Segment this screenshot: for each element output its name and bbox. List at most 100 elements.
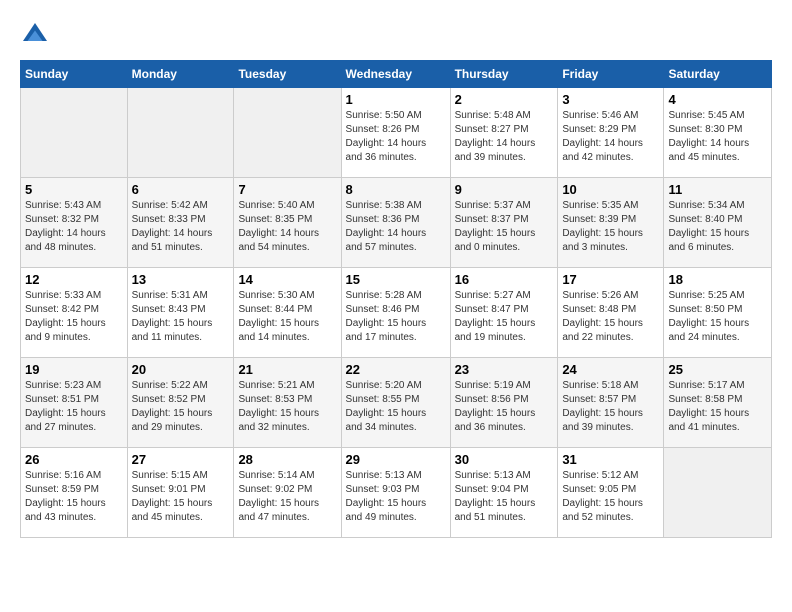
day-number: 15 <box>346 272 446 287</box>
calendar-cell: 17 Sunrise: 5:26 AM Sunset: 8:48 PM Dayli… <box>558 268 664 358</box>
day-number: 5 <box>25 182 123 197</box>
day-info: Sunrise: 5:27 AM Sunset: 8:47 PM Dayligh… <box>455 289 554 345</box>
day-number: 13 <box>132 272 230 287</box>
day-number: 23 <box>455 362 554 377</box>
day-number: 27 <box>132 452 230 467</box>
day-number: 31 <box>562 452 659 467</box>
day-info: Sunrise: 5:35 AM Sunset: 8:39 PM Dayligh… <box>562 199 659 255</box>
day-number: 6 <box>132 182 230 197</box>
calendar-table: Sunday Monday Tuesday Wednesday Thursday… <box>20 60 772 538</box>
calendar-cell: 10 Sunrise: 5:35 AM Sunset: 8:39 PM Dayli… <box>558 178 664 268</box>
day-number: 14 <box>238 272 336 287</box>
calendar-cell: 7 Sunrise: 5:40 AM Sunset: 8:35 PM Daylig… <box>234 178 341 268</box>
header-wednesday: Wednesday <box>341 61 450 88</box>
day-number: 25 <box>668 362 767 377</box>
day-info: Sunrise: 5:37 AM Sunset: 8:37 PM Dayligh… <box>455 199 554 255</box>
day-info: Sunrise: 5:17 AM Sunset: 8:58 PM Dayligh… <box>668 379 767 435</box>
day-number: 3 <box>562 92 659 107</box>
header-sunday: Sunday <box>21 61 128 88</box>
calendar-cell: 18Sunrise: 5:25 AM Sunset: 8:50 PM Dayli… <box>664 268 772 358</box>
day-info: Sunrise: 5:20 AM Sunset: 8:55 PM Dayligh… <box>346 379 446 435</box>
day-number: 22 <box>346 362 446 377</box>
day-number: 9 <box>455 182 554 197</box>
day-number: 7 <box>238 182 336 197</box>
calendar-cell: 11Sunrise: 5:34 AM Sunset: 8:40 PM Dayli… <box>664 178 772 268</box>
day-number: 29 <box>346 452 446 467</box>
day-info: Sunrise: 5:12 AM Sunset: 9:05 PM Dayligh… <box>562 469 659 525</box>
calendar-cell: 22 Sunrise: 5:20 AM Sunset: 8:55 PM Dayli… <box>341 358 450 448</box>
day-info: Sunrise: 5:31 AM Sunset: 8:43 PM Dayligh… <box>132 289 230 345</box>
day-info: Sunrise: 5:33 AM Sunset: 8:42 PM Dayligh… <box>25 289 123 345</box>
day-number: 28 <box>238 452 336 467</box>
day-info: Sunrise: 5:42 AM Sunset: 8:33 PM Dayligh… <box>132 199 230 255</box>
day-info: Sunrise: 5:43 AM Sunset: 8:32 PM Dayligh… <box>25 199 123 255</box>
calendar-header: Sunday Monday Tuesday Wednesday Thursday… <box>21 61 772 88</box>
calendar-cell: 8Sunrise: 5:38 AM Sunset: 8:36 PM Daylig… <box>341 178 450 268</box>
calendar-cell: 3 Sunrise: 5:46 AM Sunset: 8:29 PM Daylig… <box>558 88 664 178</box>
day-info: Sunrise: 5:22 AM Sunset: 8:52 PM Dayligh… <box>132 379 230 435</box>
calendar-cell: 14Sunrise: 5:30 AM Sunset: 8:44 PM Dayli… <box>234 268 341 358</box>
calendar-cell <box>234 88 341 178</box>
day-info: Sunrise: 5:28 AM Sunset: 8:46 PM Dayligh… <box>346 289 446 345</box>
calendar-cell: 21 Sunrise: 5:21 AM Sunset: 8:53 PM Dayli… <box>234 358 341 448</box>
calendar-cell: 5 Sunrise: 5:43 AM Sunset: 8:32 PM Daylig… <box>21 178 128 268</box>
calendar-week-5: 26 Sunrise: 5:16 AM Sunset: 8:59 PM Dayli… <box>21 448 772 538</box>
header-thursday: Thursday <box>450 61 558 88</box>
calendar-cell <box>127 88 234 178</box>
calendar-cell: 23 Sunrise: 5:19 AM Sunset: 8:56 PM Dayli… <box>450 358 558 448</box>
calendar-cell: 4 Sunrise: 5:45 AM Sunset: 8:30 PM Daylig… <box>664 88 772 178</box>
day-info: Sunrise: 5:40 AM Sunset: 8:35 PM Dayligh… <box>238 199 336 255</box>
calendar-cell: 29 Sunrise: 5:13 AM Sunset: 9:03 PM Dayli… <box>341 448 450 538</box>
calendar-week-3: 12 Sunrise: 5:33 AM Sunset: 8:42 PM Dayli… <box>21 268 772 358</box>
calendar-week-2: 5 Sunrise: 5:43 AM Sunset: 8:32 PM Daylig… <box>21 178 772 268</box>
day-info: Sunrise: 5:26 AM Sunset: 8:48 PM Dayligh… <box>562 289 659 345</box>
calendar-cell: 19Sunrise: 5:23 AM Sunset: 8:51 PM Dayli… <box>21 358 128 448</box>
day-number: 4 <box>668 92 767 107</box>
day-info: Sunrise: 5:18 AM Sunset: 8:57 PM Dayligh… <box>562 379 659 435</box>
day-number: 10 <box>562 182 659 197</box>
day-info: Sunrise: 5:45 AM Sunset: 8:30 PM Dayligh… <box>668 109 767 165</box>
calendar-cell: 9 Sunrise: 5:37 AM Sunset: 8:37 PM Daylig… <box>450 178 558 268</box>
calendar-cell: 6 Sunrise: 5:42 AM Sunset: 8:33 PM Daylig… <box>127 178 234 268</box>
day-info: Sunrise: 5:46 AM Sunset: 8:29 PM Dayligh… <box>562 109 659 165</box>
day-info: Sunrise: 5:50 AM Sunset: 8:26 PM Dayligh… <box>346 109 446 165</box>
calendar-cell: 27 Sunrise: 5:15 AM Sunset: 9:01 PM Dayli… <box>127 448 234 538</box>
calendar-cell: 24 Sunrise: 5:18 AM Sunset: 8:57 PM Dayli… <box>558 358 664 448</box>
calendar-cell: 15 Sunrise: 5:28 AM Sunset: 8:46 PM Dayli… <box>341 268 450 358</box>
day-info: Sunrise: 5:23 AM Sunset: 8:51 PM Dayligh… <box>25 379 123 435</box>
header-tuesday: Tuesday <box>234 61 341 88</box>
calendar-body: 1 Sunrise: 5:50 AM Sunset: 8:26 PM Daylig… <box>21 88 772 538</box>
day-info: Sunrise: 5:13 AM Sunset: 9:03 PM Dayligh… <box>346 469 446 525</box>
calendar-cell: 20Sunrise: 5:22 AM Sunset: 8:52 PM Dayli… <box>127 358 234 448</box>
header <box>20 20 772 50</box>
day-number: 2 <box>455 92 554 107</box>
day-info: Sunrise: 5:19 AM Sunset: 8:56 PM Dayligh… <box>455 379 554 435</box>
day-info: Sunrise: 5:16 AM Sunset: 8:59 PM Dayligh… <box>25 469 123 525</box>
day-info: Sunrise: 5:38 AM Sunset: 8:36 PM Dayligh… <box>346 199 446 255</box>
calendar-cell: 28 Sunrise: 5:14 AM Sunset: 9:02 PM Dayli… <box>234 448 341 538</box>
calendar-week-4: 19Sunrise: 5:23 AM Sunset: 8:51 PM Dayli… <box>21 358 772 448</box>
logo <box>20 20 54 50</box>
day-info: Sunrise: 5:48 AM Sunset: 8:27 PM Dayligh… <box>455 109 554 165</box>
day-number: 17 <box>562 272 659 287</box>
calendar-cell: 26 Sunrise: 5:16 AM Sunset: 8:59 PM Dayli… <box>21 448 128 538</box>
day-info: Sunrise: 5:34 AM Sunset: 8:40 PM Dayligh… <box>668 199 767 255</box>
day-number: 21 <box>238 362 336 377</box>
calendar-cell: 13 Sunrise: 5:31 AM Sunset: 8:43 PM Dayli… <box>127 268 234 358</box>
day-number: 26 <box>25 452 123 467</box>
day-info: Sunrise: 5:14 AM Sunset: 9:02 PM Dayligh… <box>238 469 336 525</box>
header-friday: Friday <box>558 61 664 88</box>
day-number: 30 <box>455 452 554 467</box>
header-monday: Monday <box>127 61 234 88</box>
calendar-cell: 1 Sunrise: 5:50 AM Sunset: 8:26 PM Daylig… <box>341 88 450 178</box>
day-number: 18 <box>668 272 767 287</box>
day-info: Sunrise: 5:13 AM Sunset: 9:04 PM Dayligh… <box>455 469 554 525</box>
day-info: Sunrise: 5:21 AM Sunset: 8:53 PM Dayligh… <box>238 379 336 435</box>
calendar-cell <box>21 88 128 178</box>
calendar-cell: 2 Sunrise: 5:48 AM Sunset: 8:27 PM Daylig… <box>450 88 558 178</box>
day-number: 1 <box>346 92 446 107</box>
calendar-cell: 30 Sunrise: 5:13 AM Sunset: 9:04 PM Dayli… <box>450 448 558 538</box>
day-info: Sunrise: 5:15 AM Sunset: 9:01 PM Dayligh… <box>132 469 230 525</box>
day-number: 24 <box>562 362 659 377</box>
day-number: 12 <box>25 272 123 287</box>
